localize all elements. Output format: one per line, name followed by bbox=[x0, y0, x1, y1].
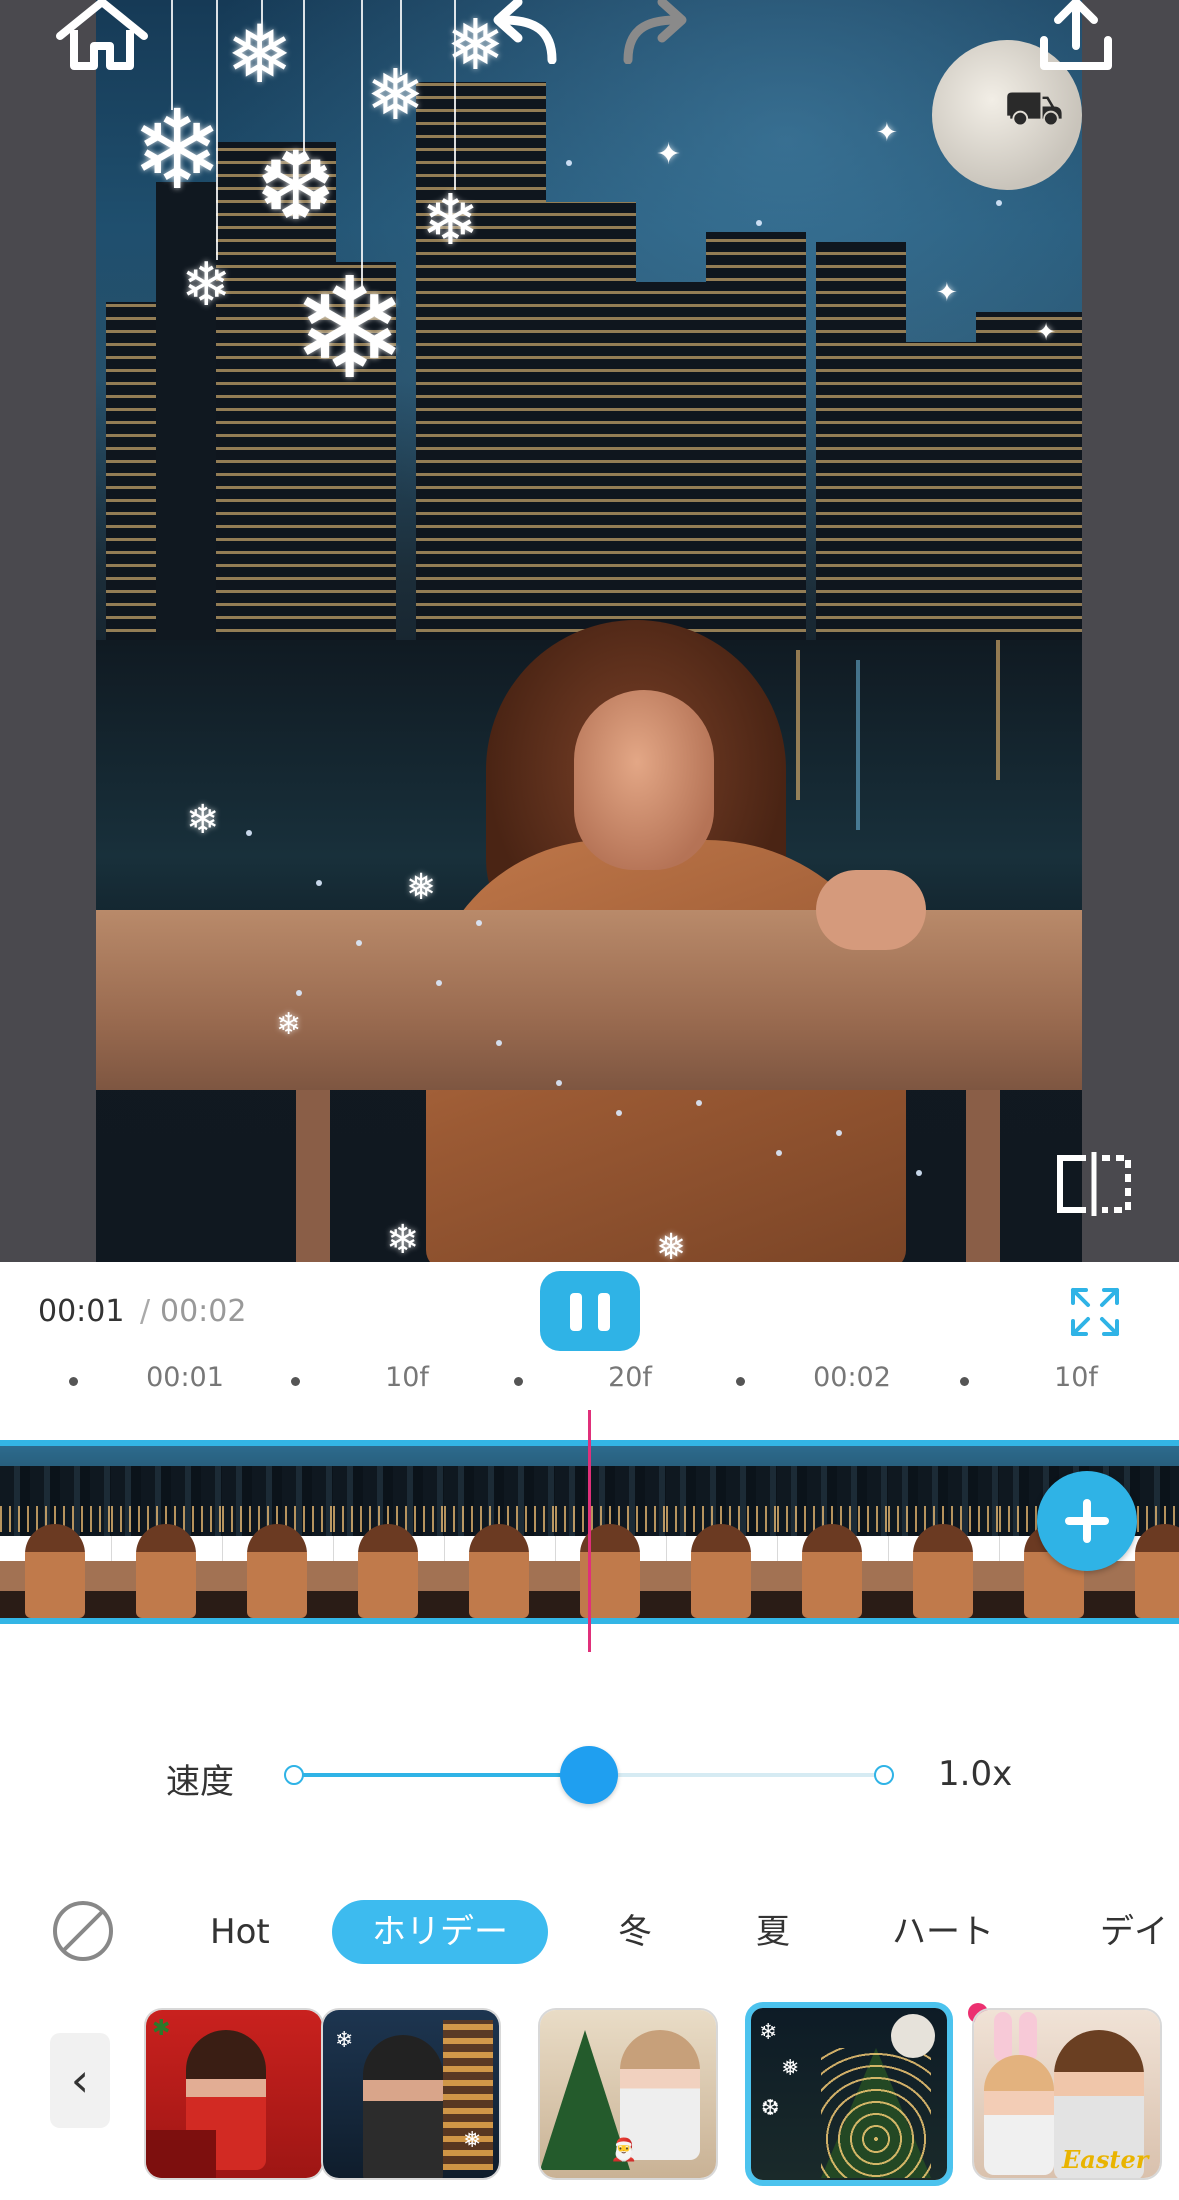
home-icon[interactable] bbox=[54, 0, 150, 72]
ruler-dot bbox=[736, 1377, 745, 1386]
tab-hot[interactable]: Hot bbox=[210, 1900, 270, 1964]
tab-holiday[interactable]: ホリデー bbox=[332, 1900, 548, 1964]
effect-thumbnail-christmas-tree-family[interactable]: 🎅 bbox=[538, 2008, 718, 2180]
filmstrip-frame bbox=[111, 1446, 223, 1618]
redo-icon[interactable] bbox=[616, 0, 696, 64]
filmstrip-frame bbox=[222, 1446, 334, 1618]
tab-winter[interactable]: 冬 bbox=[618, 1900, 652, 1964]
speed-label: 速度 bbox=[166, 1762, 234, 1802]
chevron-left-icon[interactable]: ‹ bbox=[50, 2033, 110, 2128]
undo-icon[interactable] bbox=[484, 0, 564, 64]
ruler-label: 10f bbox=[1054, 1362, 1098, 1393]
no-effect-button[interactable] bbox=[52, 1900, 114, 1962]
filmstrip-frame bbox=[777, 1446, 889, 1618]
ruler-dot bbox=[69, 1377, 78, 1386]
total-duration: 00:02 bbox=[160, 1294, 247, 1329]
ruler-dot bbox=[960, 1377, 969, 1386]
ruler-label: 00:01 bbox=[146, 1362, 224, 1393]
video-preview: ⛟ ❄ ❅ ❄ ❆ ❄ ❅ ❄ ❅ ❄ ❅ ❄ ❅ ❄ ✦ ✦ ✦ ✦ bbox=[0, 0, 1179, 1262]
add-clip-button[interactable] bbox=[1037, 1471, 1137, 1571]
tab-heart[interactable]: ハート bbox=[892, 1900, 994, 1964]
no-effect-icon bbox=[53, 1901, 113, 1961]
tab-summer[interactable]: 夏 bbox=[756, 1900, 790, 1964]
filmstrip-frame bbox=[333, 1446, 445, 1618]
preview-image: ⛟ ❄ ❅ ❄ ❆ ❄ ❅ ❄ ❅ ❄ ❅ ❄ ❅ ❄ ✦ ✦ ✦ ✦ bbox=[96, 0, 1082, 1262]
pause-button[interactable] bbox=[540, 1271, 640, 1351]
playhead[interactable] bbox=[588, 1410, 591, 1652]
ruler-label: 00:02 bbox=[813, 1362, 891, 1393]
fullscreen-icon[interactable] bbox=[1070, 1287, 1120, 1337]
tab-day[interactable]: デイ bbox=[1100, 1900, 1168, 1964]
ruler-dot bbox=[514, 1377, 523, 1386]
filmstrip-frame bbox=[0, 1446, 112, 1618]
compare-icon[interactable] bbox=[1054, 1150, 1134, 1218]
easter-text: Easter bbox=[1062, 2145, 1149, 2174]
filmstrip-frame bbox=[555, 1446, 667, 1618]
speed-track-fill bbox=[294, 1773, 589, 1777]
speed-value: 1.0x bbox=[938, 1754, 1013, 1794]
ruler-dot bbox=[291, 1377, 300, 1386]
effect-thumbnail-moon-tree-snowflakes[interactable]: ❄ ❅ ❆ bbox=[745, 2002, 953, 2186]
filmstrip-frame bbox=[666, 1446, 778, 1618]
filmstrip-frame bbox=[444, 1446, 556, 1618]
ruler-label: 10f bbox=[385, 1362, 429, 1393]
speed-slider-knob[interactable] bbox=[560, 1746, 618, 1804]
ruler-label: 20f bbox=[608, 1362, 652, 1393]
filmstrip-frame bbox=[888, 1446, 1000, 1618]
effect-thumbnail-red-holiday[interactable]: ✱ bbox=[144, 2008, 324, 2180]
speed-min-marker bbox=[284, 1765, 304, 1785]
effect-thumbnail-easter-bunny[interactable]: Easter bbox=[972, 2008, 1162, 2180]
current-time: 00:01 bbox=[38, 1294, 125, 1329]
time-separator: / bbox=[140, 1294, 151, 1329]
speed-max-marker bbox=[874, 1765, 894, 1785]
effect-thumbnail-snowy-night[interactable]: ❄ ❅ bbox=[321, 2008, 501, 2180]
share-icon[interactable] bbox=[1036, 0, 1116, 74]
